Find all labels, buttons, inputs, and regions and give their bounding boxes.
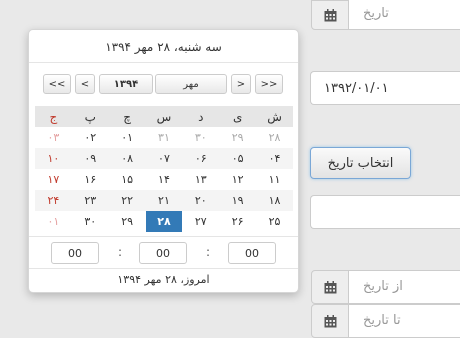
to-date-placeholder: تا تاریخ xyxy=(363,313,401,328)
calendar-addon-from[interactable] xyxy=(311,270,349,304)
day-cell[interactable]: ۰۷ xyxy=(145,148,183,169)
week-row: ۰۳ ۰۲ ۰۱ ۳۱ ۳۰ ۲۹ ۲۸ xyxy=(35,127,293,148)
day-cell[interactable]: ۱۱ xyxy=(256,169,293,190)
year-selector[interactable]: ۱۳۹۴ xyxy=(99,74,153,94)
prev-year-button[interactable]: << xyxy=(43,74,71,94)
days-grid: ج پ چ س د ی ش ۰۳ ۰۲ ۰۱ ۳۱ ۳۰ ۲۹ ۲۸ ۱۰ ۰۹ xyxy=(35,106,293,232)
day-cell[interactable]: ۲۴ xyxy=(35,190,72,211)
date-value-input[interactable]: ۱۳۹۲/۰۱/۰۱ xyxy=(310,71,460,105)
date-input-top[interactable]: تاریخ xyxy=(348,0,460,30)
day-cell[interactable]: ۰۲ xyxy=(72,127,109,148)
time-separator: : xyxy=(118,245,123,259)
day-cell-selected[interactable]: ۲۸ xyxy=(145,211,183,232)
week-row: ۲۴ ۲۳ ۲۲ ۲۱ ۲۰ ۱۹ ۱۸ xyxy=(35,190,293,211)
weekday-header: ج xyxy=(35,106,72,127)
day-cell[interactable]: ۱۴ xyxy=(146,169,183,190)
day-cell[interactable]: ۲۲ xyxy=(108,190,146,211)
day-cell[interactable]: ۰۹ xyxy=(71,148,109,169)
hour-input[interactable]: 00 xyxy=(51,242,99,264)
date-value-text: ۱۳۹۲/۰۱/۰۱ xyxy=(324,81,389,96)
calendar-title: سه شنبه، ۲۸ مهر ۱۳۹۴ xyxy=(105,40,222,54)
day-cell[interactable]: ۱۶ xyxy=(72,169,109,190)
day-cell[interactable]: ۱۰ xyxy=(35,148,72,169)
divider xyxy=(29,62,298,63)
weekday-header: پ xyxy=(71,106,109,127)
weekday-header: ش xyxy=(256,106,293,127)
divider xyxy=(29,236,298,237)
today-link[interactable]: امروز، ۲۸ مهر ۱۳۹۴ xyxy=(29,273,298,286)
day-cell[interactable]: ۱۷ xyxy=(35,169,72,190)
from-date-placeholder: از تاریخ xyxy=(363,279,403,294)
weekday-header: د xyxy=(182,106,220,127)
empty-input[interactable] xyxy=(310,195,460,229)
day-cell[interactable]: ۱۵ xyxy=(109,169,146,190)
day-cell[interactable]: ۰۴ xyxy=(256,148,293,169)
day-cell[interactable]: ۱۹ xyxy=(219,190,257,211)
day-cell[interactable]: ۲۰ xyxy=(182,190,220,211)
day-cell[interactable]: ۲۱ xyxy=(145,190,183,211)
next-month-button[interactable]: > xyxy=(231,74,251,94)
day-cell[interactable]: ۲۸ xyxy=(256,127,293,148)
divider xyxy=(29,268,298,269)
select-date-button[interactable]: انتخاب تاریخ xyxy=(310,147,411,179)
minute-input[interactable]: 00 xyxy=(139,242,187,264)
day-cell[interactable]: ۳۰ xyxy=(72,211,109,232)
month-selector[interactable]: مهر xyxy=(155,74,227,94)
day-cell[interactable]: ۰۱ xyxy=(109,127,146,148)
calendar-addon-top[interactable] xyxy=(311,0,349,30)
next-year-button[interactable]: >> xyxy=(255,74,283,94)
to-date-input[interactable]: تا تاریخ xyxy=(348,304,460,338)
time-separator: : xyxy=(206,245,211,259)
calendar-icon xyxy=(324,8,336,21)
week-row: ۱۷ ۱۶ ۱۵ ۱۴ ۱۳ ۱۲ ۱۱ xyxy=(35,169,293,190)
day-cell[interactable]: ۰۶ xyxy=(182,148,220,169)
day-cell[interactable]: ۳۰ xyxy=(182,127,219,148)
day-cell[interactable]: ۲۳ xyxy=(71,190,109,211)
date-input-top-placeholder: تاریخ xyxy=(363,6,389,21)
from-date-input[interactable]: از تاریخ xyxy=(348,270,460,304)
day-cell[interactable]: ۳۱ xyxy=(146,127,183,148)
calendar-addon-to[interactable] xyxy=(311,304,349,338)
day-cell[interactable]: ۲۹ xyxy=(109,211,146,232)
day-cell[interactable]: ۰۳ xyxy=(35,127,72,148)
calendar-icon xyxy=(324,314,336,327)
day-cell[interactable]: ۰۱ xyxy=(35,211,72,232)
weekday-header: چ xyxy=(108,106,146,127)
day-cell[interactable]: ۰۸ xyxy=(108,148,146,169)
prev-month-button[interactable]: < xyxy=(75,74,95,94)
calendar-icon xyxy=(324,280,336,293)
week-row: ۱۰ ۰۹ ۰۸ ۰۷ ۰۶ ۰۵ ۰۴ xyxy=(35,148,293,169)
day-cell[interactable]: ۱۸ xyxy=(256,190,293,211)
day-cell[interactable]: ۲۶ xyxy=(219,211,256,232)
day-cell[interactable]: ۱۳ xyxy=(182,169,219,190)
day-cell[interactable]: ۲۷ xyxy=(182,211,219,232)
day-cell[interactable]: ۱۲ xyxy=(219,169,256,190)
weekday-header: ی xyxy=(219,106,257,127)
day-cell[interactable]: ۲۵ xyxy=(256,211,293,232)
datepicker-popup: سه شنبه، ۲۸ مهر ۱۳۹۴ << < ۱۳۹۴ مهر > >> … xyxy=(28,29,299,293)
weekday-header: س xyxy=(145,106,183,127)
day-cell[interactable]: ۲۹ xyxy=(219,127,256,148)
week-row: ۰۱ ۳۰ ۲۹ ۲۸ ۲۷ ۲۶ ۲۵ xyxy=(35,211,293,232)
day-cell[interactable]: ۰۵ xyxy=(219,148,257,169)
second-input[interactable]: 00 xyxy=(228,242,276,264)
